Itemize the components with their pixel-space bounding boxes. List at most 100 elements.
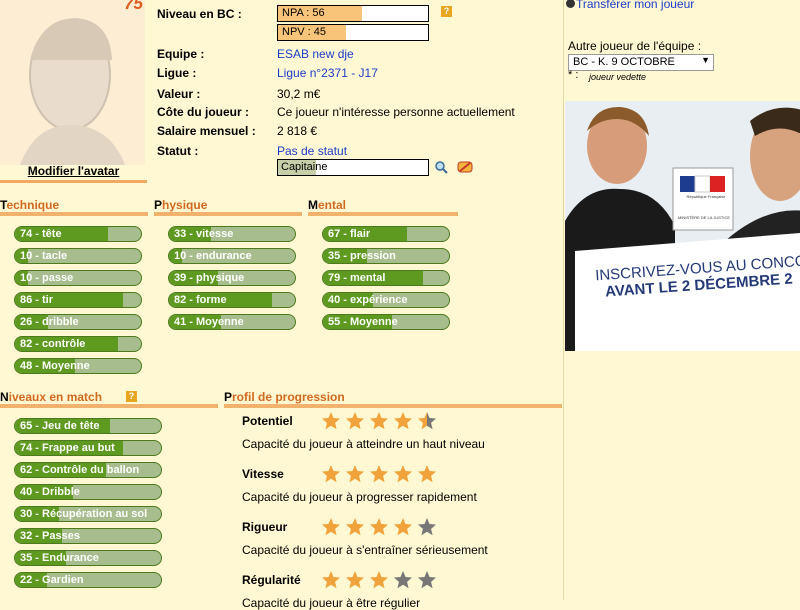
rating-star-icon: [321, 465, 341, 483]
rating-star-icon: [321, 412, 341, 430]
team-link[interactable]: ESAB new dje: [277, 47, 354, 61]
rating-star-icon: [393, 412, 413, 430]
npa-bar: NPA : 56: [277, 5, 429, 22]
progression-description: Capacité du joueur à progresser rapideme…: [242, 490, 477, 504]
section-physique: Physique: [154, 198, 302, 216]
stat-pill: 74 - tête: [14, 226, 142, 242]
stat-label: 32 - Passes: [20, 530, 80, 542]
section-niveaux: Niveaux en match ?: [0, 390, 218, 408]
stat-label: 41 - Moyenne: [174, 316, 244, 328]
stat-label: 55 - Moyenne: [328, 316, 398, 328]
stat-label: 26 - dribble: [20, 316, 79, 328]
progression-label: Régularité: [242, 573, 301, 587]
search-icon[interactable]: [434, 160, 449, 175]
rating-star-icon: [393, 571, 413, 589]
rating-star-icon: [369, 412, 389, 430]
stat-pill: 32 - Passes: [14, 528, 162, 544]
stat-pill: 67 - flair: [322, 226, 450, 242]
stat-label: 35 - Endurance: [20, 552, 99, 564]
stat-pill: 82 - forme: [168, 292, 296, 308]
stat-label: 22 - Gardien: [20, 574, 84, 586]
npa-text: NPA : 56: [282, 7, 325, 19]
progression-label: Potentiel: [242, 414, 293, 428]
status-link[interactable]: Pas de statut: [277, 144, 347, 158]
stat-label: 74 - tête: [20, 228, 62, 240]
advertisement-banner[interactable]: République Française MINISTÈRE DE LA JUS…: [565, 101, 800, 351]
other-player-label: Autre joueur de l'équipe :: [568, 39, 702, 53]
stat-label: 39 - physique: [174, 272, 245, 284]
stat-pill: 82 - contrôle: [14, 336, 142, 352]
stat-label: 35 - pression: [328, 250, 396, 262]
stat-label: 65 - Jeu de tête: [20, 420, 100, 432]
stat-pill: 10 - tacle: [14, 248, 142, 264]
team-player-select[interactable]: BC - K. 9 OCTOBRE ▼: [568, 54, 714, 71]
league-link[interactable]: Ligue n°2371 - J17: [277, 66, 378, 80]
captain-armband-icon[interactable]: [457, 159, 473, 175]
stat-label: 86 - tir: [20, 294, 54, 306]
ad-seal-top: République Française: [686, 194, 726, 199]
stat-pill: 35 - pression: [322, 248, 450, 264]
stat-pill: 41 - Moyenne: [168, 314, 296, 330]
level-label: Niveau en BC :: [157, 7, 242, 21]
rating-star-icon: [393, 518, 413, 536]
stat-pill: 10 - endurance: [168, 248, 296, 264]
rating-label: Côte du joueur :: [157, 105, 249, 119]
stat-pill: 39 - physique: [168, 270, 296, 286]
stat-pill: 10 - passe: [14, 270, 142, 286]
player-rating: Ce joueur n'intéresse personne actuellem…: [277, 105, 515, 119]
ad-seal-bottom: MINISTÈRE DE LA JUSTICE: [677, 215, 730, 220]
stat-pill: 79 - mental: [322, 270, 450, 286]
rating-star-icon: [345, 465, 365, 483]
stat-label: 10 - passe: [20, 272, 74, 284]
rating-star-icon: [393, 465, 413, 483]
section-technique: Technique: [0, 198, 148, 216]
stat-label: 62 - Contrôle du ballon: [20, 464, 140, 476]
npv-text: NPV : 45: [282, 26, 327, 38]
rating-star-icon: [321, 518, 341, 536]
rating-star-icon: [417, 518, 437, 536]
stat-pill: 40 - expérience: [322, 292, 450, 308]
legend-text: joueur vedette: [589, 72, 647, 82]
player-silhouette: [0, 0, 145, 165]
progression-label: Rigueur: [242, 520, 288, 534]
stat-label: 10 - tacle: [20, 250, 68, 262]
rating-star-icon: [321, 571, 341, 589]
player-salary: 2 818 €: [277, 124, 318, 138]
progression-description: Capacité du joueur à s'entraîner sérieus…: [242, 543, 488, 557]
section-profil: Profil de progression: [224, 390, 562, 408]
captain-field[interactable]: Capitaine: [277, 159, 429, 176]
stat-pill: 74 - Frappe au but: [14, 440, 162, 456]
captain-value: Capitaine: [281, 161, 328, 173]
stat-pill: 33 - vitesse: [168, 226, 296, 242]
team-player-select-value: BC - K. 9 OCTOBRE: [573, 56, 675, 68]
stat-label: 82 - forme: [174, 294, 227, 306]
stat-label: 33 - vitesse: [174, 228, 234, 240]
help-icon[interactable]: ?: [441, 6, 452, 17]
stat-label: 74 - Frappe au but: [20, 442, 115, 454]
stat-label: 67 - flair: [328, 228, 371, 240]
stat-pill: 30 - Récupération au sol: [14, 506, 162, 522]
ad-image: [565, 101, 800, 351]
stat-pill: 55 - Moyenne: [322, 314, 450, 330]
edit-avatar-link[interactable]: Modifier l'avatar: [0, 164, 147, 183]
salary-label: Salaire mensuel :: [157, 124, 256, 138]
rating-star-icon: [417, 571, 437, 589]
stat-pill: 65 - Jeu de tête: [14, 418, 162, 434]
section-mental: Mental: [308, 198, 458, 216]
rating-star-icon: [345, 571, 365, 589]
stat-pill: 35 - Endurance: [14, 550, 162, 566]
rating-star-icon: [369, 518, 389, 536]
stat-pill: 62 - Contrôle du ballon: [14, 462, 162, 478]
player-number: 75: [124, 0, 143, 13]
stat-pill: 22 - Gardien: [14, 572, 162, 588]
rating-star-icon: [369, 571, 389, 589]
value-label: Valeur :: [157, 87, 201, 101]
stat-label: 10 - endurance: [174, 250, 252, 262]
stat-pill: 86 - tir: [14, 292, 142, 308]
stat-pill: 26 - dribble: [14, 314, 142, 330]
transfer-player-link[interactable]: Transférer mon joueur: [576, 0, 694, 11]
league-label: Ligue :: [157, 66, 197, 80]
progression-description: Capacité du joueur à atteindre un haut n…: [242, 437, 485, 451]
stat-label: 40 - Dribble: [20, 486, 80, 498]
niveaux-help-icon[interactable]: ?: [126, 391, 137, 402]
